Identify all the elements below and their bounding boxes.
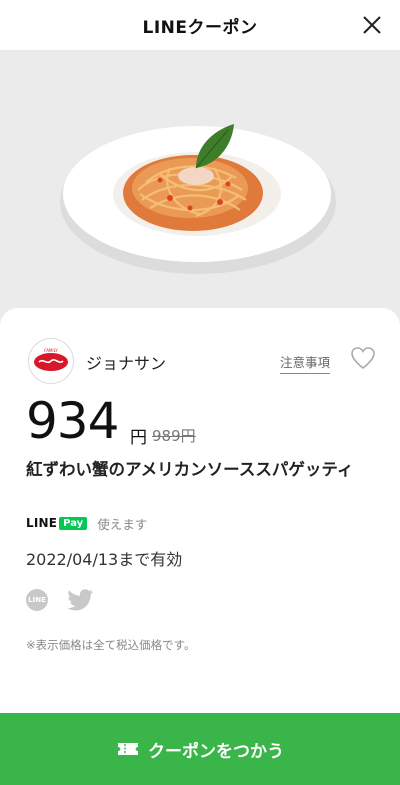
twitter-icon[interactable] [68, 589, 94, 611]
tax-note: ※表示価格は全て税込価格です。 [26, 638, 196, 652]
close-button[interactable] [358, 11, 386, 39]
expiry-date: 2022/04/13まで有効 [26, 550, 183, 569]
brand-name: ジョナサン [86, 354, 167, 373]
header-title: LINEクーポン [142, 17, 258, 38]
coupon-card: FAMILY ジョナサン 注意事項 934 円 989円 紅ずわい蟹のアメリカン… [0, 308, 400, 785]
pay-usable-text: 使えます [97, 516, 148, 532]
pay-badge: Pay [59, 516, 88, 530]
header-bar: LINEクーポン [0, 0, 400, 50]
jonathan-logo-icon: FAMILY [32, 342, 70, 380]
line-share-button[interactable]: LINE [26, 589, 48, 611]
use-coupon-label: クーポンをつかう [148, 741, 284, 762]
share-row: LINE [26, 589, 94, 611]
price-current: 934 [26, 392, 119, 450]
product-image [0, 50, 400, 328]
notice-link[interactable]: 注意事項 [280, 352, 331, 374]
heart-icon[interactable] [350, 346, 376, 370]
brand-logo: FAMILY [28, 338, 74, 384]
line-share-icon: LINE [28, 596, 46, 604]
line-pay-row: LINE Pay 使えます [26, 514, 147, 532]
use-coupon-button[interactable]: クーポンをつかう [0, 713, 400, 785]
price-row: 934 円 989円 [26, 392, 386, 452]
line-pay-logo: LINE [26, 516, 58, 530]
price-original: 989円 [152, 427, 196, 445]
svg-text:FAMILY: FAMILY [44, 348, 58, 353]
price-unit: 円 [130, 428, 147, 448]
close-icon [363, 16, 381, 34]
ticket-icon [118, 743, 138, 755]
product-name: 紅ずわい蟹のアメリカンソーススパゲッティ [26, 460, 354, 479]
